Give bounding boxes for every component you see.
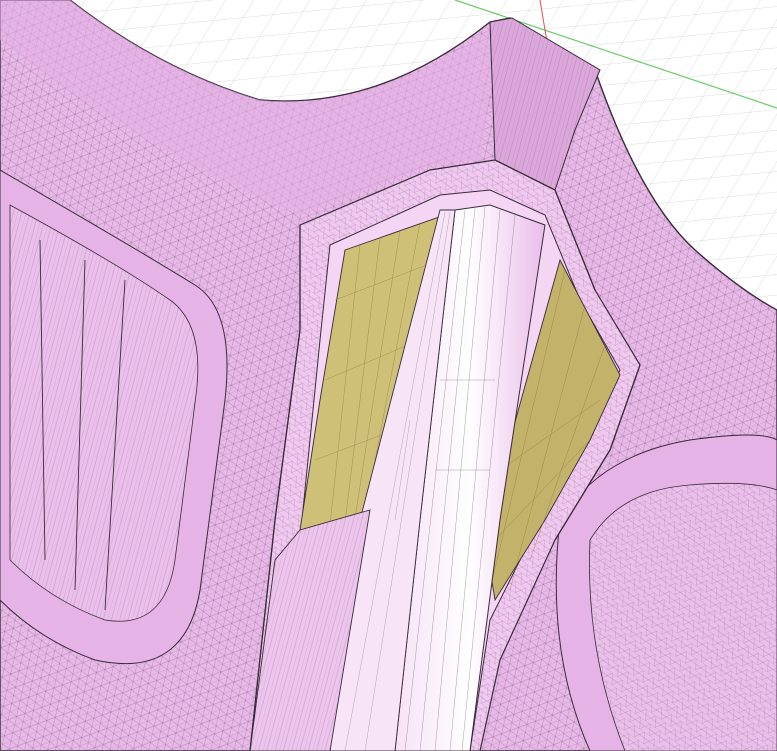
mesh-scene[interactable]	[0, 0, 777, 751]
3d-viewport[interactable]	[0, 0, 777, 751]
